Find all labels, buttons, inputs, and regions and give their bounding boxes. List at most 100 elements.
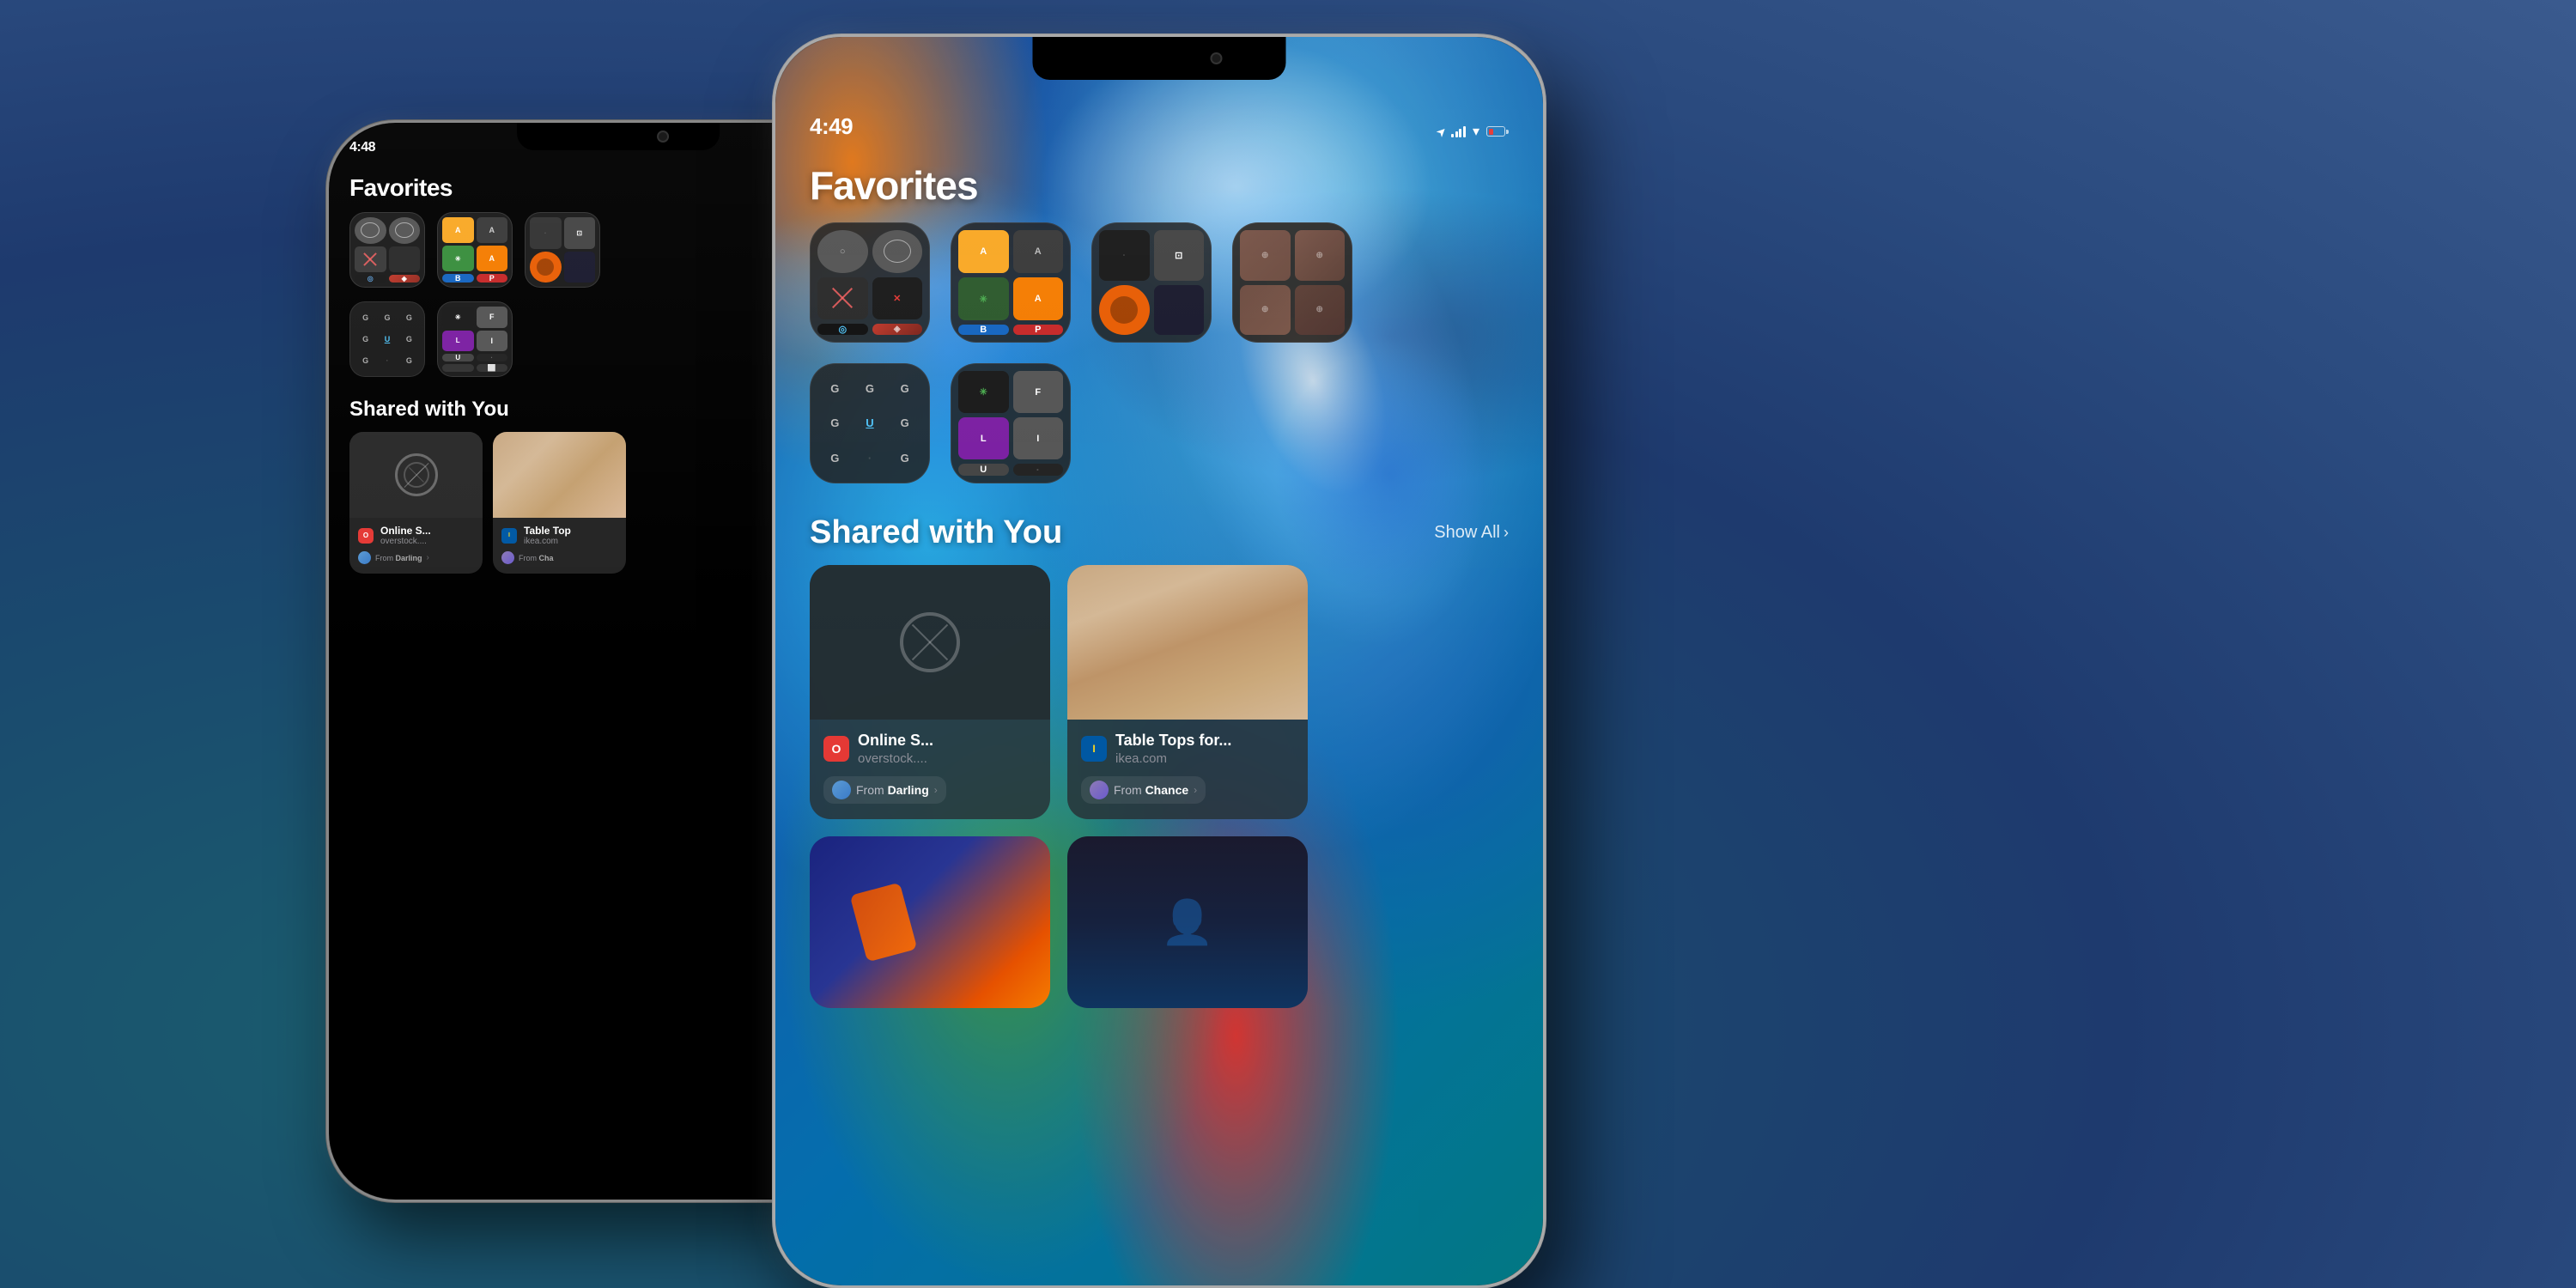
front-cell-g2: G (854, 373, 886, 404)
back-from-label-cha: From Cha (519, 554, 554, 562)
back-card-text: Online S... overstock.... (380, 525, 431, 546)
front-card-title-ikea: Table Tops for... (1115, 732, 1231, 750)
front-status-icons: ▾ (1451, 123, 1509, 140)
front-shared-header: Shared with You Show All › (775, 514, 1543, 565)
front-show-all-btn[interactable]: Show All › (1434, 523, 1509, 543)
show-all-chevron: › (1504, 524, 1509, 542)
front-cell-g7: G (889, 442, 920, 474)
show-all-label: Show All (1434, 523, 1500, 543)
back-card-info-overstock: O Online S... overstock.... From Darling (349, 518, 483, 574)
front-location-icon (1437, 125, 1447, 140)
back-card-ikea[interactable]: I Table Top ikea.com From Cha (493, 432, 626, 574)
back-from-name-darling: Darling (396, 554, 422, 562)
back-phone-notch (517, 123, 720, 150)
front-from-name-chance: Chance (1145, 783, 1189, 797)
front-content: 4:49 ▾ (775, 93, 1543, 1285)
back-overstock-favicon: O (358, 528, 374, 544)
back-darling-avatar (358, 551, 371, 564)
back-letter-folder[interactable]: G G G G U G G · G (349, 301, 425, 377)
back-cell-u: U (377, 329, 397, 349)
front-card-ikea[interactable]: I Table Tops for... ikea.com From C (1067, 565, 1308, 819)
back-card-info-ikea: I Table Top ikea.com From Cha (493, 518, 626, 574)
back-cell-dot1: · (377, 351, 397, 371)
front-folder-3[interactable]: · ⊡ (1091, 222, 1212, 343)
front-chance-chevron: › (1194, 784, 1197, 796)
back-card-title-overstock: Online S... (380, 525, 431, 537)
front-darling-avatar (832, 781, 851, 799)
front-fi-folder[interactable]: ✳ F L I U · (951, 363, 1071, 483)
back-card-title-ikea: Table Top (524, 525, 571, 537)
front-from-name-darling: Darling (888, 783, 929, 797)
front-status-time: 4:49 (810, 113, 1437, 140)
front-from-label-darling: From Darling (856, 783, 929, 797)
front-cell-u: U (854, 408, 886, 440)
front-overstock-text: Online S... overstock.... (858, 732, 933, 766)
front-card-info-overstock: O Online S... overstock.... From Da (810, 720, 1050, 819)
back-card-from-cha[interactable]: From Cha (501, 551, 617, 564)
front-card-overstock[interactable]: O Online S... overstock.... From Da (810, 565, 1050, 819)
front-g-folder[interactable]: G G G G U G G · G (810, 363, 930, 483)
front-phone-notch (1032, 37, 1285, 80)
back-cell-g4: G (355, 329, 375, 349)
back-cell-g5: G (399, 329, 419, 349)
front-cell-g6: G (819, 442, 851, 474)
front-cell-g4: G (819, 408, 851, 440)
front-phone-screen: 4:49 ▾ (775, 37, 1543, 1285)
front-card-domain-ikea: ikea.com (1115, 751, 1231, 766)
front-darling-chevron: › (934, 784, 938, 796)
front-signal-icon (1451, 125, 1466, 137)
back-folder-1[interactable]: ◎ ◈ (349, 212, 425, 288)
back-card-site-row-ikea: I Table Top ikea.com (501, 525, 617, 546)
front-thumb-ikea (1067, 565, 1308, 720)
back-from-name-cha: Cha (539, 554, 554, 562)
front-wifi-icon: ▾ (1473, 123, 1479, 140)
front-cell-g3: G (889, 373, 920, 404)
back-from-chevron: › (427, 553, 429, 562)
back-folder-3[interactable]: · ⊡ (525, 212, 600, 288)
front-from-label-chance: From Chance (1114, 783, 1188, 797)
app-background: 4:48 ▾ ▮ Favorites (0, 0, 2576, 1288)
front-favorites-row1: ○ ✕ ◎ ◈ A A ✳ (775, 222, 1543, 343)
phone-front-shell: 4:49 ▾ (773, 34, 1546, 1288)
front-ikea-favicon: I (1081, 736, 1107, 762)
front-card-domain-overstock: overstock.... (858, 751, 933, 766)
front-favorites-row2: G G G G U G G · G ✳ (775, 363, 1543, 483)
kite-shape (850, 883, 918, 963)
back-card-overstock[interactable]: O Online S... overstock.... From Darling (349, 432, 483, 574)
front-cell-dot: · (854, 442, 886, 474)
front-from-darling[interactable]: From Darling › (823, 776, 946, 804)
back-cell-g2: G (377, 307, 397, 327)
back-card-site-row: O Online S... overstock.... (358, 525, 474, 546)
front-from-chance[interactable]: From Chance › (1081, 776, 1206, 804)
front-folder-4[interactable]: ⊕ ⊕ ⊕ ⊕ (1232, 222, 1352, 343)
back-card-thumb-ikea (493, 432, 626, 518)
front-mannequin-card[interactable]: 👤 (1067, 836, 1308, 1008)
front-folder-2[interactable]: A A ✳ A B P (951, 222, 1071, 343)
front-battery-icon (1486, 126, 1509, 137)
back-cell-g3: G (399, 307, 419, 327)
front-card-title-overstock: Online S... (858, 732, 933, 750)
front-ikea-text: Table Tops for... ikea.com (1115, 732, 1231, 766)
front-card-info-ikea: I Table Tops for... ikea.com From C (1067, 720, 1308, 819)
front-status-bar: 4:49 ▾ (775, 93, 1543, 149)
back-safari-icon (395, 453, 438, 496)
back-fi-folder[interactable]: ✳ F L I U · ⬜ (437, 301, 513, 377)
front-overstock-favicon: O (823, 736, 849, 762)
back-folder-2[interactable]: A A ✳ A B P (437, 212, 513, 288)
front-site-row-overstock: O Online S... overstock.... (823, 732, 1036, 766)
front-chance-avatar (1090, 781, 1109, 799)
front-cell-g1: G (819, 373, 851, 404)
front-folder-1[interactable]: ○ ✕ ◎ ◈ (810, 222, 930, 343)
back-cell-g7: G (399, 351, 419, 371)
front-bottom-cards: 👤 (775, 819, 1543, 1008)
front-site-row-ikea: I Table Tops for... ikea.com (1081, 732, 1294, 766)
back-card-thumb-overstock (349, 432, 483, 518)
back-card-from-darling[interactable]: From Darling › (358, 551, 474, 564)
back-shared-title: Shared with You (349, 398, 509, 422)
front-cell-g5: G (889, 408, 920, 440)
front-kite-card[interactable] (810, 836, 1050, 1008)
front-favorites-title: Favorites (775, 149, 1543, 222)
back-card-domain-overstock: overstock.... (380, 537, 431, 546)
back-from-label-darling: From Darling (375, 554, 422, 562)
front-shared-cards: O Online S... overstock.... From Da (775, 565, 1543, 819)
